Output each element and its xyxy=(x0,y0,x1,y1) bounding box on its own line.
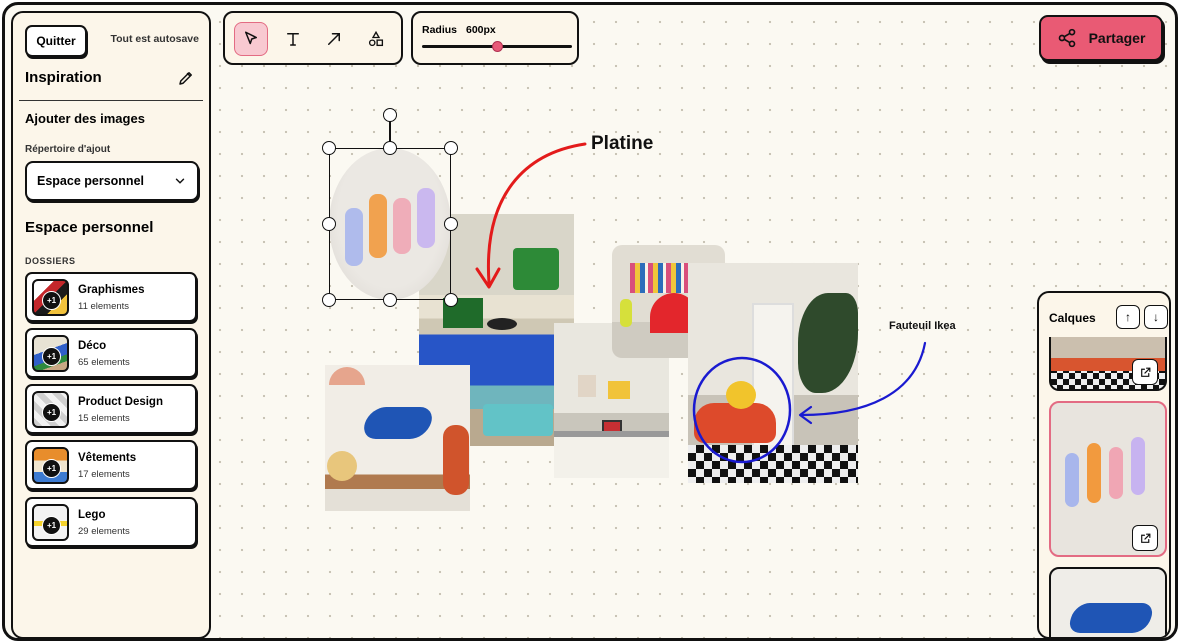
selection-box xyxy=(329,148,451,300)
folder-badge: +1 xyxy=(42,516,61,535)
layer-item-acrylic-hooks[interactable] xyxy=(1049,401,1167,557)
app-window: Quitter Tout est autosave Inspiration Aj… xyxy=(2,2,1178,641)
radius-value: 600px xyxy=(466,24,496,36)
folder-count: 29 elements xyxy=(78,526,130,537)
arrow-tool-button[interactable] xyxy=(317,22,351,56)
directory-label: Répertoire d'ajout xyxy=(25,144,111,155)
folder-badge: +1 xyxy=(42,347,61,366)
annotation-platine[interactable]: Platine xyxy=(591,133,653,155)
layers-panel: Calques ↑ ↓ xyxy=(1037,291,1171,638)
board-title: Inspiration xyxy=(25,69,102,86)
layer-item-red-chair-room[interactable] xyxy=(1049,337,1167,391)
folder-name: Lego xyxy=(78,509,106,521)
folder-vetements[interactable]: +1 Vêtements 17 elements xyxy=(25,440,197,490)
quit-button[interactable]: Quitter xyxy=(25,25,87,57)
share-button[interactable]: Partager xyxy=(1039,15,1163,61)
radius-label: Radius xyxy=(422,24,458,36)
external-link-icon xyxy=(1140,533,1150,543)
annotation-fauteuil-ikea[interactable]: Fauteuil Ikea xyxy=(889,320,956,332)
cursor-icon xyxy=(245,31,257,45)
shapes-icon xyxy=(368,30,384,47)
rotate-handle[interactable] xyxy=(383,108,397,122)
layer-up-button[interactable]: ↑ xyxy=(1116,305,1140,329)
shapes-tool-button[interactable] xyxy=(359,22,393,56)
share-label: Partager xyxy=(1088,30,1146,46)
resize-handle-w[interactable] xyxy=(322,217,336,231)
radius-slider[interactable] xyxy=(422,41,572,52)
add-images-heading: Ajouter des images xyxy=(25,111,145,126)
resize-handle-nw[interactable] xyxy=(322,141,336,155)
arrow-up-icon: ↑ xyxy=(1125,310,1131,324)
layer-down-button[interactable]: ↓ xyxy=(1144,305,1168,329)
resize-handle-se[interactable] xyxy=(444,293,458,307)
canvas-image-red-chair-room[interactable] xyxy=(688,263,858,483)
folder-graphismes[interactable]: +1 Graphismes 11 elements xyxy=(25,272,197,322)
cursor-tool-button[interactable] xyxy=(234,22,268,56)
open-external-button[interactable] xyxy=(1132,525,1158,551)
arrow-icon xyxy=(328,33,340,45)
resize-handle-e[interactable] xyxy=(444,217,458,231)
space-title: Espace personnel xyxy=(25,219,154,236)
folder-count: 65 elements xyxy=(78,357,130,368)
tool-palette xyxy=(223,11,403,65)
text-tool-button[interactable] xyxy=(276,22,310,56)
autosave-status: Tout est autosave xyxy=(110,33,200,45)
folder-badge: +1 xyxy=(42,459,61,478)
open-external-button[interactable] xyxy=(1132,359,1158,385)
folder-name: Déco xyxy=(78,340,107,352)
layers-title: Calques xyxy=(1049,311,1096,325)
directory-select-value: Espace personnel xyxy=(37,174,144,188)
folder-count: 11 elements xyxy=(78,301,130,312)
folder-name: Product Design xyxy=(78,396,163,408)
folder-lego[interactable]: +1 Lego 29 elements xyxy=(25,497,197,547)
folder-name: Vêtements xyxy=(78,452,137,464)
chevron-down-icon xyxy=(175,178,185,184)
radius-slider-thumb[interactable] xyxy=(491,41,503,52)
folder-deco[interactable]: +1 Déco 65 elements xyxy=(25,328,197,378)
folder-product-design[interactable]: +1 Product Design 15 elements xyxy=(25,384,197,434)
text-icon xyxy=(287,33,299,46)
folder-name: Graphismes xyxy=(78,284,145,296)
canvas-image-blue-hooks[interactable] xyxy=(325,365,470,511)
sidebar: Quitter Tout est autosave Inspiration Aj… xyxy=(11,11,211,638)
arrow-down-icon: ↓ xyxy=(1153,310,1159,324)
folders-label: DOSSIERS xyxy=(25,256,76,266)
divider xyxy=(19,100,203,101)
folder-badge: +1 xyxy=(42,403,61,422)
layer-item-blue-hooks[interactable] xyxy=(1049,567,1167,637)
directory-select[interactable]: Espace personnel xyxy=(25,161,199,201)
folder-count: 15 elements xyxy=(78,413,130,424)
edit-pencil-icon[interactable] xyxy=(177,69,195,87)
folder-count: 17 elements xyxy=(78,469,130,480)
resize-handle-sw[interactable] xyxy=(322,293,336,307)
folder-badge: +1 xyxy=(42,291,61,310)
external-link-icon xyxy=(1140,367,1150,377)
share-icon xyxy=(1058,28,1075,48)
radius-panel: Radius 600px xyxy=(411,11,579,65)
resize-handle-ne[interactable] xyxy=(444,141,458,155)
resize-handle-n[interactable] xyxy=(383,141,397,155)
resize-handle-s[interactable] xyxy=(383,293,397,307)
